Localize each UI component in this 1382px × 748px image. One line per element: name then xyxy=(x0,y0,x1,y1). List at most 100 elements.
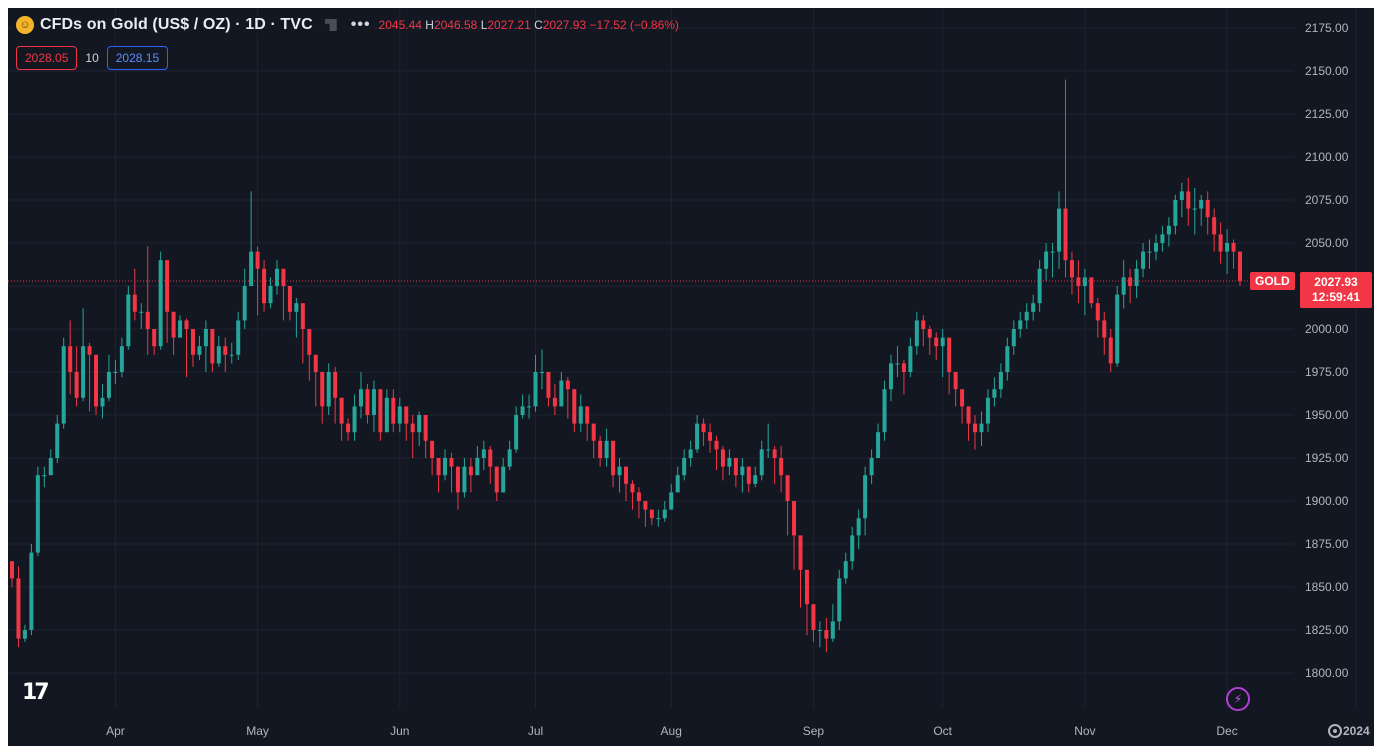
last-price-tag: 2027.93 12:59:41 xyxy=(1300,272,1372,308)
candle-body xyxy=(578,406,583,424)
candle-body xyxy=(307,329,312,355)
candle-body xyxy=(1115,294,1120,364)
gear-icon[interactable] xyxy=(1328,724,1342,738)
candle-body xyxy=(404,406,409,424)
candle-body xyxy=(16,578,21,639)
symbol-price-tag: GOLD xyxy=(1250,272,1295,290)
candle-body xyxy=(598,440,603,458)
candle-body xyxy=(746,466,751,484)
price-axis[interactable]: 2175.00 2150.00 2125.00 2100.00 2075.00 2050.… xyxy=(1305,21,1349,680)
candle-body xyxy=(462,466,467,493)
candle-body xyxy=(675,475,680,493)
candle-body xyxy=(294,303,299,312)
candle-body xyxy=(378,389,383,433)
y-tick-label: 1950.00 xyxy=(1305,408,1349,422)
candle-body xyxy=(1141,251,1146,269)
candle-body xyxy=(171,311,176,338)
candle-body xyxy=(29,552,34,630)
candle-body xyxy=(1018,320,1023,329)
x-tick-label: Nov xyxy=(1074,724,1095,738)
x-tick-label: Jul xyxy=(528,724,543,738)
candle-body xyxy=(649,509,654,519)
candle-body xyxy=(514,415,519,450)
candle-body xyxy=(934,337,939,347)
candle-body xyxy=(617,466,622,476)
candle-body xyxy=(1192,208,1197,210)
candle-body xyxy=(81,346,86,398)
candle-body xyxy=(914,320,919,347)
candle-body xyxy=(391,397,396,424)
candle-body xyxy=(203,329,208,347)
lightning-icon[interactable]: ⚡ xyxy=(1226,687,1250,711)
candle-body xyxy=(165,260,170,312)
candle-body xyxy=(1237,251,1243,281)
candle-body xyxy=(992,389,997,398)
candle-body xyxy=(1050,251,1055,253)
candle-body xyxy=(507,449,512,467)
candle-body xyxy=(1186,191,1191,209)
tradingview-logo-icon[interactable]: 17 xyxy=(22,680,50,705)
y-tick-label: 2050.00 xyxy=(1305,236,1349,250)
candle-body xyxy=(1005,346,1010,372)
candle-body xyxy=(895,363,900,365)
sell-button[interactable]: 2028.05 xyxy=(16,46,78,70)
candle-body xyxy=(740,466,745,476)
symbol-legend: ☺ CFDs on Gold (US$ / OZ) · 1D · TVC •••… xyxy=(12,13,679,37)
candle-body xyxy=(9,561,15,579)
candle-body xyxy=(1011,329,1016,347)
candle-body xyxy=(1095,303,1100,321)
candle-body xyxy=(720,449,725,467)
candle-body xyxy=(856,518,861,536)
candle-body xyxy=(1121,277,1126,295)
candle-body xyxy=(623,466,629,484)
candle-body xyxy=(901,363,906,372)
candle-body xyxy=(359,389,364,407)
candle-body xyxy=(468,466,473,476)
legend-box[interactable]: ☺ CFDs on Gold (US$ / OZ) · 1D · TVC ••• xyxy=(12,16,375,34)
hide-icon[interactable] xyxy=(324,19,337,31)
candle-body xyxy=(55,423,60,458)
candle-body xyxy=(998,372,1003,390)
candle-body xyxy=(1205,200,1210,218)
candle-body xyxy=(449,458,454,467)
candle-body xyxy=(352,406,357,433)
candle-body xyxy=(35,475,40,553)
candle-body xyxy=(520,406,525,415)
candle-body xyxy=(850,535,855,562)
ohlc-values: 2045.44 H2046.58 L2027.21 C2027.93 −17.5… xyxy=(379,18,679,32)
candle-body xyxy=(281,268,286,286)
candle-body xyxy=(501,466,506,493)
candle-body xyxy=(863,475,868,519)
candle-body xyxy=(410,423,415,433)
chart-frame[interactable]: 2175.00 2150.00 2125.00 2100.00 2075.00 2050.… xyxy=(8,8,1374,746)
candle-body xyxy=(953,372,958,390)
candle-body xyxy=(339,397,344,424)
candle-body xyxy=(371,389,376,415)
candle-body xyxy=(455,466,460,493)
candle-body xyxy=(300,303,305,329)
candle-body xyxy=(695,423,700,450)
candle-body xyxy=(190,329,195,355)
candle-body xyxy=(481,449,486,458)
candle-body xyxy=(552,397,557,407)
candle-body xyxy=(1024,311,1029,321)
time-axis[interactable]: Apr May Jun Jul Aug Sep Oct Nov Dec 2024 xyxy=(106,724,1370,738)
candle-body xyxy=(759,449,764,476)
candle-body xyxy=(766,449,771,451)
candle-body xyxy=(785,475,790,501)
candle-body xyxy=(417,415,422,433)
candle-body xyxy=(533,372,538,407)
candlestick-chart[interactable]: 2175.00 2150.00 2125.00 2100.00 2075.00 2050.… xyxy=(8,8,1374,746)
candle-body xyxy=(947,337,952,372)
candle-body xyxy=(669,492,674,510)
x-tick-label: Jun xyxy=(390,724,409,738)
candle-body xyxy=(817,630,822,631)
last-price-value: 2027.93 xyxy=(1314,275,1358,289)
candle-body xyxy=(274,268,279,286)
candle-body xyxy=(216,346,221,364)
more-options-button[interactable]: ••• xyxy=(351,16,371,34)
candle-body xyxy=(61,346,66,424)
ohlc-open: 2045.44 xyxy=(378,18,422,32)
candle-body xyxy=(333,372,338,398)
buy-button[interactable]: 2028.15 xyxy=(106,46,169,70)
